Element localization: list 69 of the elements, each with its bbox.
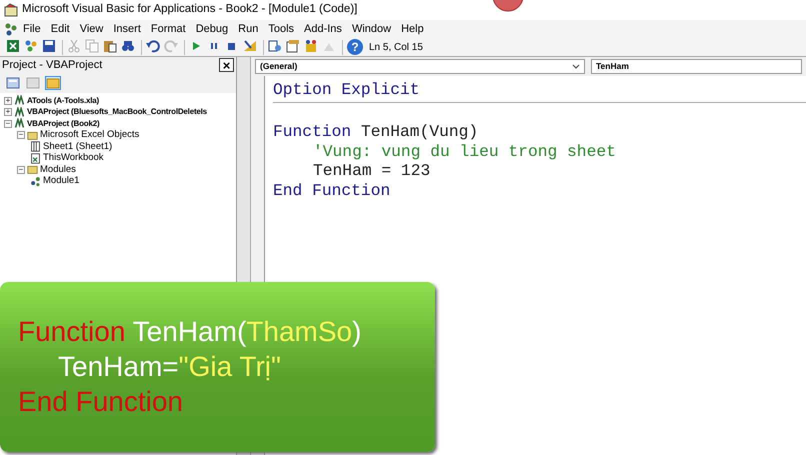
panel-title: Project - VBAProject: [2, 58, 102, 73]
design-mode-icon: [243, 39, 257, 53]
worksheet-icon: [30, 141, 41, 152]
menu-item[interactable]: Edit: [46, 20, 75, 38]
vba-menu-icon: [4, 22, 18, 36]
code-line: 'Vung: vung du lieu trong sheet: [312, 142, 617, 161]
tree-item[interactable]: ATools (A-Tools.xla): [27, 94, 99, 107]
menu-item[interactable]: Help: [396, 20, 429, 38]
cursor-position: Ln 5, Col 15: [369, 40, 423, 54]
expander-toggle[interactable]: −: [17, 166, 25, 174]
module-icon: [30, 176, 41, 187]
help-button[interactable]: ?: [347, 39, 363, 55]
menu-item[interactable]: Tools: [263, 20, 300, 38]
undo-button[interactable]: [146, 39, 162, 55]
workbook-icon: [30, 152, 41, 164]
tree-item[interactable]: Microsoft Excel Objects: [40, 128, 140, 142]
scissors-icon: [67, 39, 81, 53]
menu-item[interactable]: Window: [346, 20, 396, 38]
code-line: End Function: [273, 180, 392, 200]
procedure-dropdown[interactable]: TenHam: [591, 59, 802, 74]
dropdown-value: (General): [260, 60, 298, 73]
expander-toggle[interactable]: −: [4, 120, 12, 128]
dropdown-value: TenHam: [596, 60, 629, 73]
tree-item[interactable]: Sheet1 (Sheet1): [43, 140, 112, 154]
code-line: End Function: [18, 385, 184, 419]
expander-toggle[interactable]: +: [4, 96, 12, 105]
vba-app-icon: [4, 3, 18, 17]
view-code-icon: [6, 76, 20, 90]
code-line: Option Explicit: [273, 80, 421, 100]
view-code-button[interactable]: [5, 76, 21, 90]
paste-button[interactable]: [103, 39, 119, 55]
undo-icon: [146, 39, 160, 53]
redo-icon: [164, 39, 178, 53]
tree-item[interactable]: VBAProject (Book2): [27, 118, 100, 130]
chevron-down-icon: [572, 64, 580, 70]
menu-item[interactable]: Insert: [108, 20, 146, 38]
record-icon: [492, 0, 524, 12]
expander-toggle[interactable]: −: [17, 131, 25, 140]
expander-toggle[interactable]: +: [4, 108, 12, 116]
folder-icon: [27, 164, 38, 176]
save-button[interactable]: [42, 39, 58, 55]
tree-item[interactable]: ThisWorkbook: [43, 151, 104, 166]
view-object-icon: [26, 76, 40, 90]
excel-button[interactable]: [6, 39, 22, 55]
tree-item[interactable]: VBAProject (Bluesofts_MacBook_ControlDeleteIs: [27, 106, 207, 118]
code-line: TenHam="Gia Trị": [57, 350, 282, 384]
folder-icon: [46, 76, 60, 90]
code-line: TenHam = 123: [312, 161, 432, 180]
menu-item[interactable]: View: [74, 20, 108, 38]
folder-button[interactable]: [45, 76, 61, 90]
close-button[interactable]: ×: [219, 58, 234, 72]
folder-icon: [27, 130, 38, 141]
menu-item[interactable]: Add-Ins: [299, 20, 347, 38]
code-line: Function TenHam(Vung): [273, 122, 480, 142]
vba-project-icon: [14, 95, 25, 106]
menu-item[interactable]: Debug: [190, 20, 234, 38]
tree-item[interactable]: Module1: [43, 174, 80, 188]
menu-item[interactable]: File: [18, 20, 46, 38]
tree-item[interactable]: Modules: [40, 162, 76, 177]
object-dropdown[interactable]: (General): [255, 59, 585, 74]
binoculars-icon: [121, 39, 135, 53]
code-line: Function TenHam(ThamSo): [18, 315, 362, 349]
menu-item[interactable]: Run: [233, 20, 264, 38]
object-browser-icon: [304, 39, 318, 53]
vba-project-icon: [14, 106, 25, 118]
window-title: Microsoft Visual Basic for Applications - Book2 - [Module1 (Code)]: [22, 2, 358, 18]
vba-project-icon: [14, 118, 25, 130]
menu-item[interactable]: Format: [146, 20, 191, 38]
properties-button[interactable]: [286, 39, 302, 55]
